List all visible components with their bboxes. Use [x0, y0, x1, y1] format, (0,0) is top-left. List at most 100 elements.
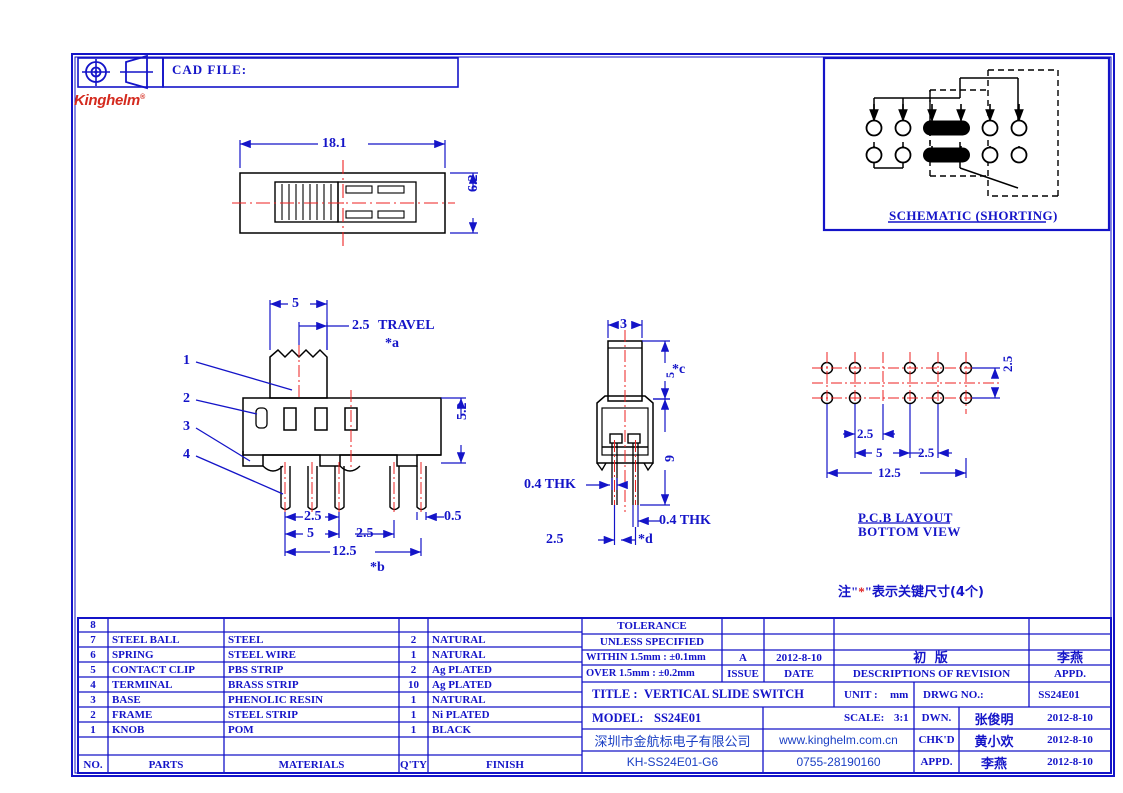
critical-dimension-note: 注"*"表示关键尺寸(4个)	[838, 584, 984, 600]
bom-no-6: 6	[90, 649, 96, 661]
dim-pin-pitch-1: 2.5	[304, 509, 322, 524]
bom-no-8: 8	[90, 619, 96, 631]
revision-appd-label: APPD.	[1053, 667, 1087, 680]
appd-name: 李燕	[980, 756, 1007, 772]
bom-qty-3: 1	[410, 694, 417, 706]
side-view-geometry	[586, 320, 670, 545]
dim-thk-left: 0.4 THK	[524, 477, 576, 492]
website[interactable]: www.kinghelm.com.cn	[763, 729, 914, 751]
dim-thk-right: 0.4 THK	[659, 513, 711, 528]
pcb-layout-title-2: BOTTOM VIEW	[858, 524, 961, 539]
bom-no-3: 3	[90, 694, 96, 706]
chkd-name: 黄小欢	[974, 734, 1014, 750]
bom-qty-1: 1	[410, 724, 417, 736]
title-label: TITLE :	[592, 687, 638, 701]
bom-finish-5: Ag PLATED	[432, 664, 492, 676]
balloon-1: 1	[183, 353, 190, 368]
dim-body-height: 5.2	[455, 402, 470, 421]
chkd-date: 2012-8-10	[1047, 734, 1093, 746]
bom-part-2: FRAME	[112, 709, 153, 721]
bom-material-7: STEEL	[228, 634, 264, 646]
bom-no-2: 2	[90, 709, 96, 721]
top-view-geometry	[232, 139, 478, 248]
bom-part-5: CONTACT CLIP	[112, 664, 196, 676]
bom-part-1: KNOB	[112, 724, 145, 736]
bom-material-1: POM	[228, 724, 254, 736]
bom-finish-4: Ag PLATED	[432, 679, 492, 691]
critical-mark-b: *b	[370, 560, 385, 575]
balloon-3: 3	[183, 419, 190, 434]
bom-qty-4: 10	[408, 679, 419, 691]
dim-travel: 2.5	[352, 318, 370, 333]
bom-qty-5: 2	[410, 664, 417, 676]
dwn-name: 张俊明	[974, 712, 1014, 728]
schematic-panel	[822, 56, 1111, 232]
bom-qty-7: 2	[410, 634, 417, 646]
unit-label: UNIT :	[844, 688, 878, 701]
dim-pin-overall: 12.5	[332, 544, 357, 559]
cad-file-label: CAD FILE:	[172, 62, 248, 77]
dim-travel-text: TRAVEL	[378, 318, 435, 333]
bom-qty-6: 1	[410, 649, 417, 661]
dim-pcb-pitch-2: 2.5	[918, 445, 935, 460]
bom-finish-7: NATURAL	[432, 634, 486, 646]
bom-header-no: NO.	[83, 758, 103, 771]
phone-number: 0755-28190160	[796, 755, 881, 769]
revision-label: DESCRIPTIONS OF REVISION	[852, 667, 1011, 680]
revision-appd-name: 李燕	[1056, 651, 1083, 666]
company-name: 深圳市金航标电子有限公司	[594, 734, 751, 750]
drwg-value: SS24E01	[1038, 688, 1080, 701]
dim-top-width: 18.1	[322, 136, 347, 151]
dim-top-depth: 6.2	[466, 174, 481, 193]
bom-part-6: SPRING	[112, 649, 154, 661]
issue-value: A	[739, 651, 747, 664]
dim-pin-width: 0.5	[444, 509, 462, 524]
dim-overall-height: 9	[663, 455, 678, 462]
date-label: DATE	[784, 667, 814, 680]
pcb-layout-geometry	[812, 352, 1000, 524]
model-value: SS24E01	[654, 710, 702, 725]
bom-no-4: 4	[90, 679, 96, 691]
appd-date: 2012-8-10	[1047, 756, 1093, 768]
bom-material-3: PHENOLIC RESIN	[228, 694, 324, 706]
bom-part-7: STEEL BALL	[112, 634, 180, 646]
critical-mark-c: *c	[672, 362, 686, 377]
dwn-label: DWN.	[921, 712, 952, 724]
drwg-label: DRWG NO.:	[923, 688, 984, 701]
bom-material-5: PBS STRIP	[228, 664, 284, 676]
front-view-geometry	[195, 299, 466, 557]
bom-no-5: 5	[90, 664, 96, 676]
dim-knob-width: 5	[292, 296, 299, 311]
tolerance-line1: TOLERANCE	[617, 620, 687, 632]
bom-no-1: 1	[90, 724, 96, 736]
scale-label: SCALE:	[844, 712, 885, 724]
bom-material-6: STEEL WIRE	[228, 649, 296, 661]
part-number: KH-SS24E01-G6	[626, 755, 719, 769]
bom-finish-6: NATURAL	[432, 649, 486, 661]
bom-finish-1: BLACK	[432, 724, 472, 736]
revision-description: 初 版	[913, 651, 950, 666]
bom-qty-2: 1	[410, 709, 417, 721]
dim-pin-span: 5	[307, 526, 314, 541]
bom-no-7: 7	[90, 634, 96, 646]
model-label: MODEL:	[592, 710, 644, 725]
unit-value: mm	[890, 688, 909, 701]
issue-label: ISSUE	[727, 667, 759, 680]
dim-pin-pitch-2: 2.5	[356, 526, 374, 541]
dim-terminal-pitch: 2.5	[546, 532, 564, 547]
tolerance-within: WITHIN 1.5mm : ±0.1mm	[586, 652, 706, 663]
dim-pcb-pitch-1: 2.5	[857, 426, 874, 441]
bom-finish-2: Ni PLATED	[432, 709, 490, 721]
first-angle-projection-icon	[82, 54, 153, 90]
chkd-label: CHK'D	[918, 734, 955, 746]
bom-part-3: BASE	[112, 694, 141, 706]
dwn-date: 2012-8-10	[1047, 712, 1093, 724]
tolerance-over: OVER 1.5mm : ±0.2mm	[586, 668, 695, 679]
balloon-4: 4	[183, 447, 190, 462]
balloon-2: 2	[183, 391, 190, 406]
bom-material-4: BRASS STRIP	[228, 679, 299, 691]
dim-knob-thickness: 3	[620, 317, 627, 332]
bom-finish-3: NATURAL	[432, 694, 486, 706]
bom-header-parts: PARTS	[148, 758, 184, 771]
critical-mark-a: *a	[385, 336, 399, 351]
